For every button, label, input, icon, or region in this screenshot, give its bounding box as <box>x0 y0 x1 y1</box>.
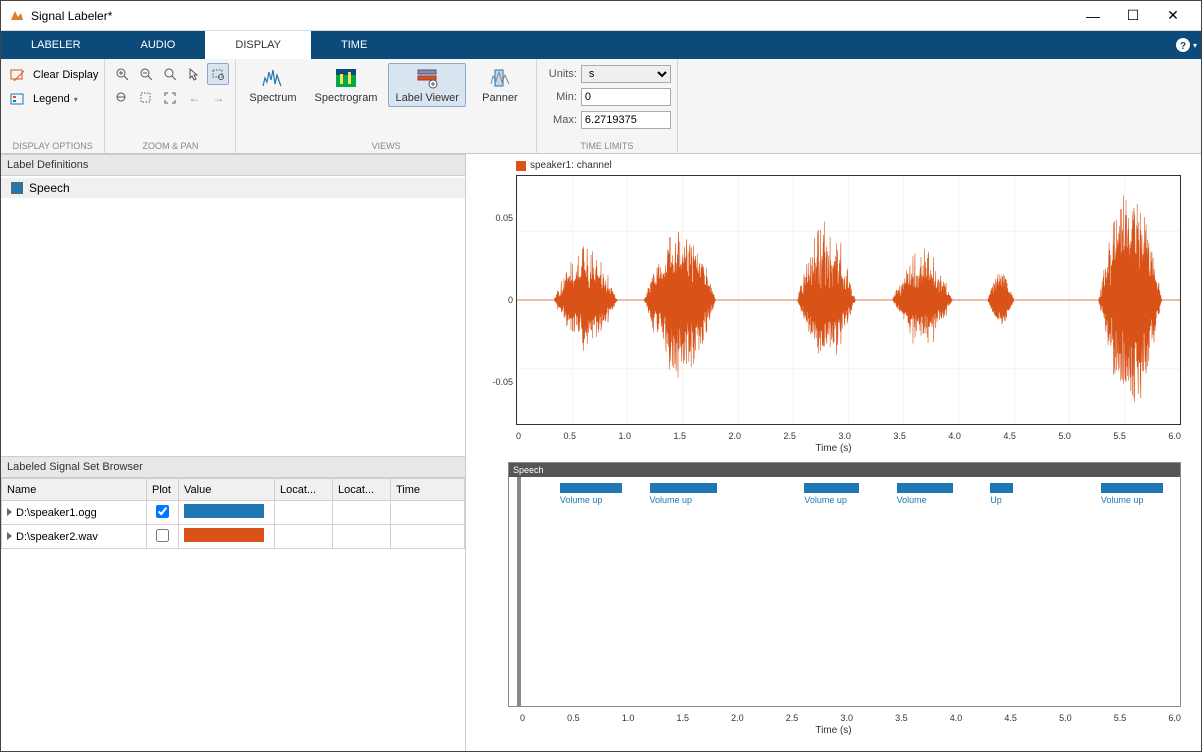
spectrogram-button[interactable]: Spectrogram <box>308 63 385 107</box>
tab-time[interactable]: TIME <box>311 31 397 59</box>
label-viewer-xlabel: Time (s) <box>476 725 1191 736</box>
zoom-region-icon[interactable] <box>207 63 229 85</box>
minimize-button[interactable]: — <box>1073 2 1113 30</box>
label-viewer-button[interactable]: Label Viewer <box>388 63 465 107</box>
speech-segment[interactable] <box>560 483 622 493</box>
label-viewer-icon <box>415 66 439 90</box>
legend-icon[interactable] <box>7 88 29 110</box>
group-zoom-pan: ← → ZOOM & PAN <box>105 59 236 153</box>
left-pane: Label Definitions Speech Labeled Signal … <box>1 154 466 751</box>
min-label: Min: <box>543 91 577 103</box>
zoom-xy-icon[interactable] <box>135 87 157 109</box>
plot-checkbox[interactable] <box>156 529 169 542</box>
pointer-icon[interactable] <box>183 63 205 85</box>
label-def-item-speech[interactable]: Speech <box>1 178 465 198</box>
group-label-time-limits: TIME LIMITS <box>543 141 671 151</box>
plot-checkbox[interactable] <box>156 505 169 518</box>
table-row[interactable]: D:\speaker1.ogg <box>2 501 465 525</box>
units-select[interactable]: s <box>581 65 671 83</box>
speech-segment-label: Volume up <box>650 495 693 505</box>
tab-audio[interactable]: AUDIO <box>111 31 206 59</box>
svg-text:?: ? <box>1180 41 1186 52</box>
legend-dropdown-icon[interactable]: ▾ <box>74 95 78 104</box>
ribbon: Clear Display Legend ▾ DISPLAY OPTIONS <box>1 59 1201 154</box>
col-time[interactable]: Time <box>391 479 465 501</box>
fit-view-icon[interactable] <box>159 87 181 109</box>
next-icon[interactable]: → <box>207 87 229 109</box>
legend-swatch <box>516 161 526 171</box>
signal-browser-header: Labeled Signal Set Browser <box>1 456 465 478</box>
tab-labeler[interactable]: LABELER <box>1 31 111 59</box>
signal-table: Name Plot Value Locat... Locat... Time D… <box>1 478 465 549</box>
maximize-button[interactable]: ☐ <box>1113 2 1153 30</box>
prev-icon[interactable]: ← <box>183 87 205 109</box>
spectrum-button[interactable]: Spectrum <box>242 63 303 107</box>
label-definitions-body: Speech <box>1 176 465 456</box>
waveform-xlabel: Time (s) <box>476 443 1191 454</box>
right-pane: speaker1: channel 0.050-0.05 00.51.01.52… <box>466 154 1201 751</box>
panner-button[interactable]: Panner <box>470 63 530 107</box>
col-location[interactable]: Locat... <box>275 479 333 501</box>
label-def-name: Speech <box>29 181 70 195</box>
app-logo-icon <box>9 8 25 24</box>
group-label-display-options: DISPLAY OPTIONS <box>7 141 98 151</box>
max-label: Max: <box>543 114 577 126</box>
speech-segment[interactable] <box>650 483 718 493</box>
label-viewer-panel[interactable]: Speech Volume up Volume up Volume up Volume… <box>508 462 1181 707</box>
close-button[interactable]: ✕ <box>1153 2 1193 30</box>
zoom-out-icon[interactable] <box>135 63 157 85</box>
clear-display-icon[interactable] <box>7 64 29 86</box>
window-title: Signal Labeler* <box>31 9 1073 23</box>
zoom-in-icon[interactable] <box>111 63 133 85</box>
label-definitions-header: Label Definitions <box>1 154 465 176</box>
speech-segment-label: Up <box>990 495 1002 505</box>
group-views: Spectrum Spectrogram Label Viewer Panner… <box>236 59 536 153</box>
help-button[interactable]: ? ▾ <box>1171 31 1201 59</box>
tabstrip: LABELER AUDIO DISPLAY TIME ? ▾ <box>1 31 1201 59</box>
panner-icon <box>488 66 512 90</box>
zoom-x-icon[interactable] <box>111 87 133 109</box>
legend-text: speaker1: channel <box>530 160 612 171</box>
speech-segment-label: Volume up <box>560 495 603 505</box>
clear-display-label[interactable]: Clear Display <box>33 69 98 81</box>
signal-browser-body: Name Plot Value Locat... Locat... Time D… <box>1 478 465 751</box>
speech-segment-label: Volume up <box>804 495 847 505</box>
col-plot[interactable]: Plot <box>147 479 179 501</box>
col-location2[interactable]: Locat... <box>333 479 391 501</box>
table-row[interactable]: D:\speaker2.wav <box>2 525 465 549</box>
tab-display[interactable]: DISPLAY <box>205 31 311 59</box>
max-input[interactable] <box>581 111 671 129</box>
speech-segment-label: Volume <box>897 495 927 505</box>
label-viewer-track-header: Speech <box>509 463 1180 477</box>
label-def-color-swatch <box>11 182 23 194</box>
zoom-fit-icon[interactable] <box>159 63 181 85</box>
spectrogram-icon <box>334 66 358 90</box>
speech-segment[interactable] <box>804 483 859 493</box>
speech-segment[interactable] <box>990 483 1013 493</box>
legend-label[interactable]: Legend <box>33 93 70 105</box>
waveform-plot[interactable]: 0.050-0.05 <box>516 175 1181 425</box>
group-time-limits: Units: s Min: Max: TIME LIMITS <box>537 59 678 153</box>
speech-segment[interactable] <box>1101 483 1163 493</box>
value-color-swatch <box>184 528 264 542</box>
speech-segment-label: Volume up <box>1101 495 1144 505</box>
col-name[interactable]: Name <box>2 479 147 501</box>
titlebar: Signal Labeler* — ☐ ✕ <box>1 1 1201 31</box>
min-input[interactable] <box>581 88 671 106</box>
spectrum-icon <box>261 66 285 90</box>
group-label-views: VIEWS <box>242 141 529 151</box>
speech-segment[interactable] <box>897 483 954 493</box>
value-color-swatch <box>184 504 264 518</box>
group-label-zoom-pan: ZOOM & PAN <box>111 141 229 151</box>
col-value[interactable]: Value <box>179 479 275 501</box>
group-display-options: Clear Display Legend ▾ DISPLAY OPTIONS <box>1 59 105 153</box>
units-label: Units: <box>543 68 577 80</box>
